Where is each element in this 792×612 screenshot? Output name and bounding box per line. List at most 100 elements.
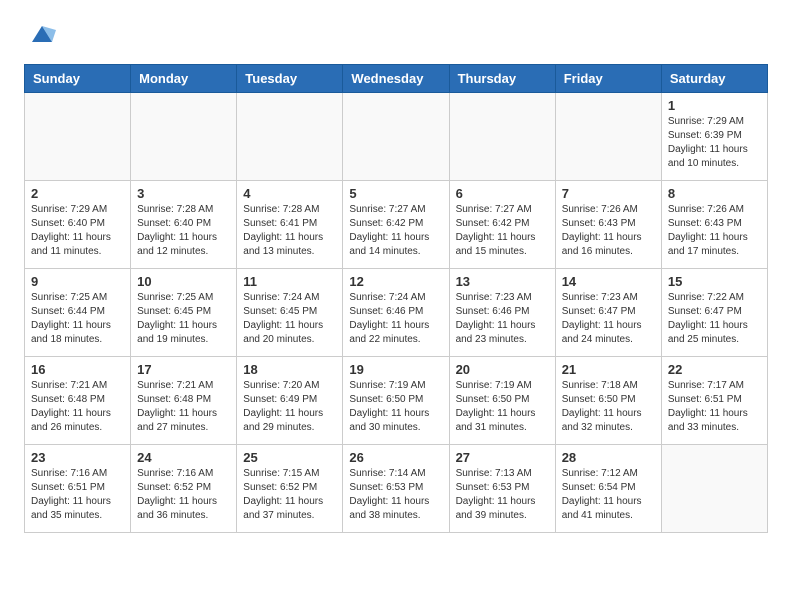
day-info: Sunrise: 7:19 AM Sunset: 6:50 PM Dayligh… (349, 379, 442, 435)
day-info: Sunrise: 7:18 AM Sunset: 6:50 PM Dayligh… (562, 379, 655, 435)
calendar-cell: 25 Sunrise: 7:15 AM Sunset: 6:52 PM Dayli… (237, 445, 343, 533)
day-number: 3 (137, 186, 230, 201)
day-number: 9 (31, 274, 124, 289)
day-number: 21 (562, 362, 655, 377)
day-info: Sunrise: 7:16 AM Sunset: 6:52 PM Dayligh… (137, 467, 230, 523)
day-info: Sunrise: 7:21 AM Sunset: 6:48 PM Dayligh… (31, 379, 124, 435)
calendar-cell: 14 Sunrise: 7:23 AM Sunset: 6:47 PM Dayli… (555, 269, 661, 357)
week-row-3: 9 Sunrise: 7:25 AM Sunset: 6:44 PM Daylig… (25, 269, 768, 357)
calendar-cell: 10Sunrise: 7:25 AM Sunset: 6:45 PM Dayli… (131, 269, 237, 357)
calendar-cell (131, 93, 237, 181)
calendar-cell: 18 Sunrise: 7:20 AM Sunset: 6:49 PM Dayli… (237, 357, 343, 445)
calendar-cell: 1Sunrise: 7:29 AM Sunset: 6:39 PM Daylig… (661, 93, 767, 181)
day-header-friday: Friday (555, 65, 661, 93)
day-number: 16 (31, 362, 124, 377)
calendar-cell: 22 Sunrise: 7:17 AM Sunset: 6:51 PM Dayli… (661, 357, 767, 445)
week-row-1: 1Sunrise: 7:29 AM Sunset: 6:39 PM Daylig… (25, 93, 768, 181)
calendar-cell: 4 Sunrise: 7:28 AM Sunset: 6:41 PM Daylig… (237, 181, 343, 269)
logo (24, 20, 56, 48)
calendar-cell: 15 Sunrise: 7:22 AM Sunset: 6:47 PM Dayli… (661, 269, 767, 357)
day-info: Sunrise: 7:24 AM Sunset: 6:46 PM Dayligh… (349, 291, 442, 347)
header (24, 20, 768, 48)
day-info: Sunrise: 7:23 AM Sunset: 6:46 PM Dayligh… (456, 291, 549, 347)
day-info: Sunrise: 7:28 AM Sunset: 6:40 PM Dayligh… (137, 203, 230, 259)
day-number: 5 (349, 186, 442, 201)
day-number: 26 (349, 450, 442, 465)
day-info: Sunrise: 7:23 AM Sunset: 6:47 PM Dayligh… (562, 291, 655, 347)
calendar-cell: 17 Sunrise: 7:21 AM Sunset: 6:48 PM Dayli… (131, 357, 237, 445)
calendar-cell: 28 Sunrise: 7:12 AM Sunset: 6:54 PM Dayli… (555, 445, 661, 533)
day-number: 18 (243, 362, 336, 377)
logo-icon (28, 20, 56, 48)
calendar-cell: 24Sunrise: 7:16 AM Sunset: 6:52 PM Dayli… (131, 445, 237, 533)
calendar-cell: 7Sunrise: 7:26 AM Sunset: 6:43 PM Daylig… (555, 181, 661, 269)
calendar-cell: 26 Sunrise: 7:14 AM Sunset: 6:53 PM Dayli… (343, 445, 449, 533)
calendar-cell (555, 93, 661, 181)
day-header-wednesday: Wednesday (343, 65, 449, 93)
day-info: Sunrise: 7:17 AM Sunset: 6:51 PM Dayligh… (668, 379, 761, 435)
day-number: 6 (456, 186, 549, 201)
day-header-tuesday: Tuesday (237, 65, 343, 93)
calendar-cell: 19 Sunrise: 7:19 AM Sunset: 6:50 PM Dayli… (343, 357, 449, 445)
week-row-4: 16 Sunrise: 7:21 AM Sunset: 6:48 PM Dayli… (25, 357, 768, 445)
day-number: 20 (456, 362, 549, 377)
day-number: 13 (456, 274, 549, 289)
day-info: Sunrise: 7:19 AM Sunset: 6:50 PM Dayligh… (456, 379, 549, 435)
week-row-2: 2 Sunrise: 7:29 AM Sunset: 6:40 PM Daylig… (25, 181, 768, 269)
calendar-cell (449, 93, 555, 181)
calendar-cell: 27Sunrise: 7:13 AM Sunset: 6:53 PM Dayli… (449, 445, 555, 533)
day-header-saturday: Saturday (661, 65, 767, 93)
calendar-cell: 20 Sunrise: 7:19 AM Sunset: 6:50 PM Dayli… (449, 357, 555, 445)
day-number: 8 (668, 186, 761, 201)
calendar-cell: 9 Sunrise: 7:25 AM Sunset: 6:44 PM Daylig… (25, 269, 131, 357)
day-info: Sunrise: 7:14 AM Sunset: 6:53 PM Dayligh… (349, 467, 442, 523)
calendar-table: SundayMondayTuesdayWednesdayThursdayFrid… (24, 64, 768, 533)
day-number: 12 (349, 274, 442, 289)
day-info: Sunrise: 7:12 AM Sunset: 6:54 PM Dayligh… (562, 467, 655, 523)
day-number: 15 (668, 274, 761, 289)
day-info: Sunrise: 7:22 AM Sunset: 6:47 PM Dayligh… (668, 291, 761, 347)
calendar-cell: 13 Sunrise: 7:23 AM Sunset: 6:46 PM Dayli… (449, 269, 555, 357)
calendar-cell (661, 445, 767, 533)
day-number: 19 (349, 362, 442, 377)
calendar-body: 1Sunrise: 7:29 AM Sunset: 6:39 PM Daylig… (25, 93, 768, 533)
day-number: 4 (243, 186, 336, 201)
day-info: Sunrise: 7:27 AM Sunset: 6:42 PM Dayligh… (456, 203, 549, 259)
day-info: Sunrise: 7:26 AM Sunset: 6:43 PM Dayligh… (668, 203, 761, 259)
day-info: Sunrise: 7:15 AM Sunset: 6:52 PM Dayligh… (243, 467, 336, 523)
day-info: Sunrise: 7:16 AM Sunset: 6:51 PM Dayligh… (31, 467, 124, 523)
header-row: SundayMondayTuesdayWednesdayThursdayFrid… (25, 65, 768, 93)
page: SundayMondayTuesdayWednesdayThursdayFrid… (0, 0, 792, 553)
calendar-header: SundayMondayTuesdayWednesdayThursdayFrid… (25, 65, 768, 93)
day-number: 14 (562, 274, 655, 289)
calendar-cell: 3 Sunrise: 7:28 AM Sunset: 6:40 PM Daylig… (131, 181, 237, 269)
day-header-monday: Monday (131, 65, 237, 93)
day-number: 27 (456, 450, 549, 465)
calendar-cell: 11 Sunrise: 7:24 AM Sunset: 6:45 PM Dayli… (237, 269, 343, 357)
day-number: 17 (137, 362, 230, 377)
week-row-5: 23 Sunrise: 7:16 AM Sunset: 6:51 PM Dayli… (25, 445, 768, 533)
day-number: 25 (243, 450, 336, 465)
day-number: 28 (562, 450, 655, 465)
day-info: Sunrise: 7:26 AM Sunset: 6:43 PM Dayligh… (562, 203, 655, 259)
day-info: Sunrise: 7:28 AM Sunset: 6:41 PM Dayligh… (243, 203, 336, 259)
day-info: Sunrise: 7:25 AM Sunset: 6:44 PM Dayligh… (31, 291, 124, 347)
calendar-cell: 12 Sunrise: 7:24 AM Sunset: 6:46 PM Dayli… (343, 269, 449, 357)
calendar-cell: 5 Sunrise: 7:27 AM Sunset: 6:42 PM Daylig… (343, 181, 449, 269)
day-info: Sunrise: 7:24 AM Sunset: 6:45 PM Dayligh… (243, 291, 336, 347)
day-number: 10 (137, 274, 230, 289)
calendar-cell: 6 Sunrise: 7:27 AM Sunset: 6:42 PM Daylig… (449, 181, 555, 269)
day-number: 23 (31, 450, 124, 465)
day-number: 11 (243, 274, 336, 289)
calendar-cell: 2 Sunrise: 7:29 AM Sunset: 6:40 PM Daylig… (25, 181, 131, 269)
day-info: Sunrise: 7:21 AM Sunset: 6:48 PM Dayligh… (137, 379, 230, 435)
day-info: Sunrise: 7:27 AM Sunset: 6:42 PM Dayligh… (349, 203, 442, 259)
day-info: Sunrise: 7:29 AM Sunset: 6:39 PM Dayligh… (668, 115, 761, 171)
day-info: Sunrise: 7:20 AM Sunset: 6:49 PM Dayligh… (243, 379, 336, 435)
calendar-cell: 16 Sunrise: 7:21 AM Sunset: 6:48 PM Dayli… (25, 357, 131, 445)
day-info: Sunrise: 7:29 AM Sunset: 6:40 PM Dayligh… (31, 203, 124, 259)
day-number: 22 (668, 362, 761, 377)
day-number: 2 (31, 186, 124, 201)
day-header-thursday: Thursday (449, 65, 555, 93)
day-header-sunday: Sunday (25, 65, 131, 93)
